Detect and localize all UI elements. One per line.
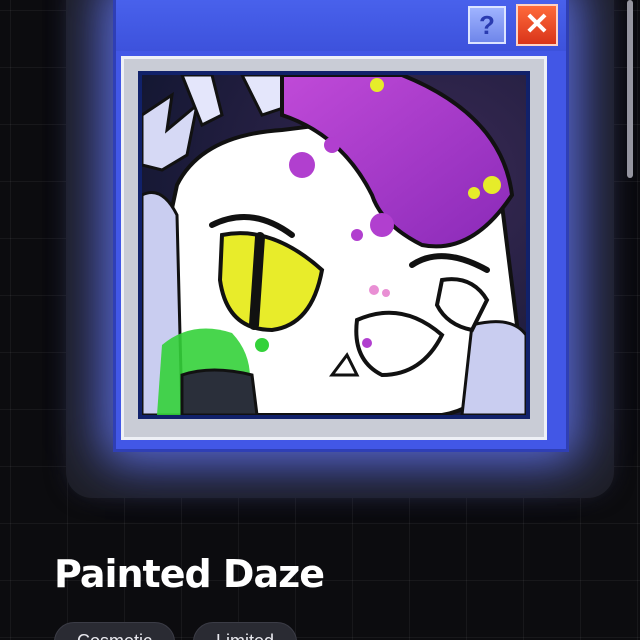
tag-cosmetic[interactable]: Cosmetic (54, 622, 176, 640)
scroll-indicator[interactable] (627, 0, 633, 178)
close-button[interactable]: ✕ (516, 4, 558, 46)
question-icon: ? (479, 10, 495, 40)
help-button[interactable]: ? (468, 6, 506, 44)
close-icon: ✕ (524, 8, 550, 41)
tag-limited[interactable]: Limited (193, 622, 298, 640)
item-title: Painted Daze (54, 552, 325, 596)
retro-window: ? ✕ (113, 0, 569, 452)
painted-creature-illustration (142, 75, 526, 415)
item-artwork (138, 71, 530, 419)
artwork-frame (121, 56, 547, 440)
tag-list: Cosmetic Limited (54, 622, 298, 640)
page: ? ✕ Painted Daze (0, 0, 640, 640)
window-titlebar: ? ✕ (116, 0, 566, 51)
